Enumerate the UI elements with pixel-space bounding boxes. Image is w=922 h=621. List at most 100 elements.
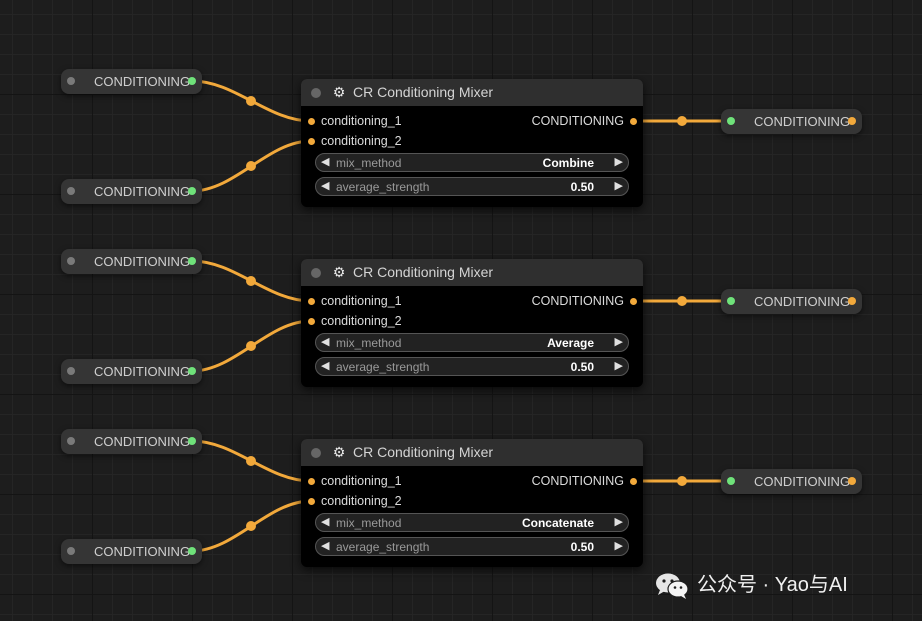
node-label: CONDITIONING	[94, 254, 191, 269]
node-header[interactable]: ⚙ CR Conditioning Mixer	[301, 439, 643, 466]
widget-value: Combine	[542, 156, 594, 170]
node-label: CONDITIONING	[94, 74, 191, 89]
input-slot-label: conditioning_2	[321, 314, 402, 328]
node-title: CR Conditioning Mixer	[353, 84, 494, 100]
widget-label: average_strength	[336, 540, 430, 554]
conditioning-mixer-node[interactable]: ⚙ CR Conditioning Mixer conditioning_1 c…	[301, 79, 643, 207]
input-slot-label: conditioning_1	[321, 114, 402, 128]
output-slot-dot[interactable]	[630, 298, 637, 305]
widget-value: 0.50	[570, 360, 594, 374]
status-dot	[67, 77, 75, 85]
input-slot-dot[interactable]	[727, 477, 735, 485]
node-header[interactable]: ⚙ CR Conditioning Mixer	[301, 259, 643, 286]
average-strength-number[interactable]: ◀ average_strength 0.50 ▶	[315, 537, 629, 556]
arrow-left-icon[interactable]: ◀	[321, 359, 329, 374]
output-slot-dot[interactable]	[188, 437, 196, 445]
wire-midpoint-dot	[677, 116, 687, 126]
output-slot-dot[interactable]	[630, 118, 637, 125]
source-node[interactable]: CONDITIONING	[61, 429, 202, 454]
widget-label: mix_method	[336, 516, 402, 530]
source-node[interactable]: CONDITIONING	[61, 179, 202, 204]
arrow-left-icon[interactable]: ◀	[321, 155, 329, 170]
output-node[interactable]: CONDITIONING	[721, 109, 862, 134]
output-slot-dot[interactable]	[188, 187, 196, 195]
source-node[interactable]: CONDITIONING	[61, 249, 202, 274]
node-title: CR Conditioning Mixer	[353, 444, 494, 460]
node-label: CONDITIONING	[754, 114, 851, 129]
arrow-right-icon[interactable]: ▶	[615, 359, 623, 374]
input-slot-dot[interactable]	[727, 297, 735, 305]
mix-method-combo[interactable]: ◀ mix_method Concatenate ▶	[315, 513, 629, 532]
widget-value: 0.50	[570, 180, 594, 194]
output-slot-dot[interactable]	[630, 478, 637, 485]
input-slot-label: conditioning_1	[321, 474, 402, 488]
arrow-left-icon[interactable]: ◀	[321, 539, 329, 554]
wire-midpoint-dot	[677, 476, 687, 486]
watermark-text: 公众号 · Yao与AI	[697, 574, 848, 596]
widget-value: Concatenate	[521, 516, 594, 530]
source-node[interactable]: CONDITIONING	[61, 359, 202, 384]
wire-midpoint-dot	[246, 521, 256, 531]
input-slot-dot[interactable]	[308, 318, 315, 325]
widget-value: Average	[547, 336, 594, 350]
node-label: CONDITIONING	[94, 544, 191, 559]
status-dot	[67, 437, 75, 445]
output-slot-dot[interactable]	[188, 257, 196, 265]
collapse-dot[interactable]	[311, 88, 321, 98]
arrow-left-icon[interactable]: ◀	[321, 335, 329, 350]
output-slot-dot[interactable]	[188, 547, 196, 555]
wire-midpoint-dot	[246, 96, 256, 106]
widget-label: mix_method	[336, 336, 402, 350]
wire-midpoint-dot	[246, 276, 256, 286]
input-slot-dot[interactable]	[308, 118, 315, 125]
input-slot-label: conditioning_2	[321, 134, 402, 148]
arrow-right-icon[interactable]: ▶	[615, 179, 623, 194]
wire-midpoint-dot	[246, 161, 256, 171]
node-header[interactable]: ⚙ CR Conditioning Mixer	[301, 79, 643, 106]
output-slot-dot[interactable]	[848, 297, 856, 305]
wire-midpoint-dot	[677, 296, 687, 306]
output-slot-dot[interactable]	[848, 477, 856, 485]
output-slot-label: CONDITIONING	[531, 114, 624, 128]
source-node[interactable]: CONDITIONING	[61, 69, 202, 94]
arrow-left-icon[interactable]: ◀	[321, 515, 329, 530]
arrow-right-icon[interactable]: ▶	[615, 515, 623, 530]
gear-icon: ⚙	[332, 444, 346, 460]
input-slot-dot[interactable]	[308, 138, 315, 145]
widget-label: average_strength	[336, 180, 430, 194]
gear-icon: ⚙	[332, 264, 346, 280]
input-slot-dot[interactable]	[308, 498, 315, 505]
status-dot	[67, 257, 75, 265]
input-slot-label: conditioning_1	[321, 294, 402, 308]
node-label: CONDITIONING	[94, 434, 191, 449]
source-node[interactable]: CONDITIONING	[61, 539, 202, 564]
mix-method-combo[interactable]: ◀ mix_method Average ▶	[315, 333, 629, 352]
mix-method-combo[interactable]: ◀ mix_method Combine ▶	[315, 153, 629, 172]
input-slot-dot[interactable]	[308, 298, 315, 305]
arrow-right-icon[interactable]: ▶	[615, 539, 623, 554]
input-slot-dot[interactable]	[727, 117, 735, 125]
conditioning-mixer-node[interactable]: ⚙ CR Conditioning Mixer conditioning_1 c…	[301, 259, 643, 387]
arrow-right-icon[interactable]: ▶	[615, 155, 623, 170]
widget-value: 0.50	[570, 540, 594, 554]
output-node[interactable]: CONDITIONING	[721, 289, 862, 314]
output-slot-dot[interactable]	[188, 367, 196, 375]
collapse-dot[interactable]	[311, 448, 321, 458]
input-slot-dot[interactable]	[308, 478, 315, 485]
status-dot	[67, 187, 75, 195]
output-slot-label: CONDITIONING	[531, 474, 624, 488]
status-dot	[67, 547, 75, 555]
gear-icon: ⚙	[332, 84, 346, 100]
conditioning-mixer-node[interactable]: ⚙ CR Conditioning Mixer conditioning_1 c…	[301, 439, 643, 567]
node-label: CONDITIONING	[94, 364, 191, 379]
average-strength-number[interactable]: ◀ average_strength 0.50 ▶	[315, 357, 629, 376]
arrow-left-icon[interactable]: ◀	[321, 179, 329, 194]
output-slot-dot[interactable]	[188, 77, 196, 85]
node-label: CONDITIONING	[94, 184, 191, 199]
output-slot-dot[interactable]	[848, 117, 856, 125]
input-slot-label: conditioning_2	[321, 494, 402, 508]
collapse-dot[interactable]	[311, 268, 321, 278]
arrow-right-icon[interactable]: ▶	[615, 335, 623, 350]
average-strength-number[interactable]: ◀ average_strength 0.50 ▶	[315, 177, 629, 196]
output-node[interactable]: CONDITIONING	[721, 469, 862, 494]
